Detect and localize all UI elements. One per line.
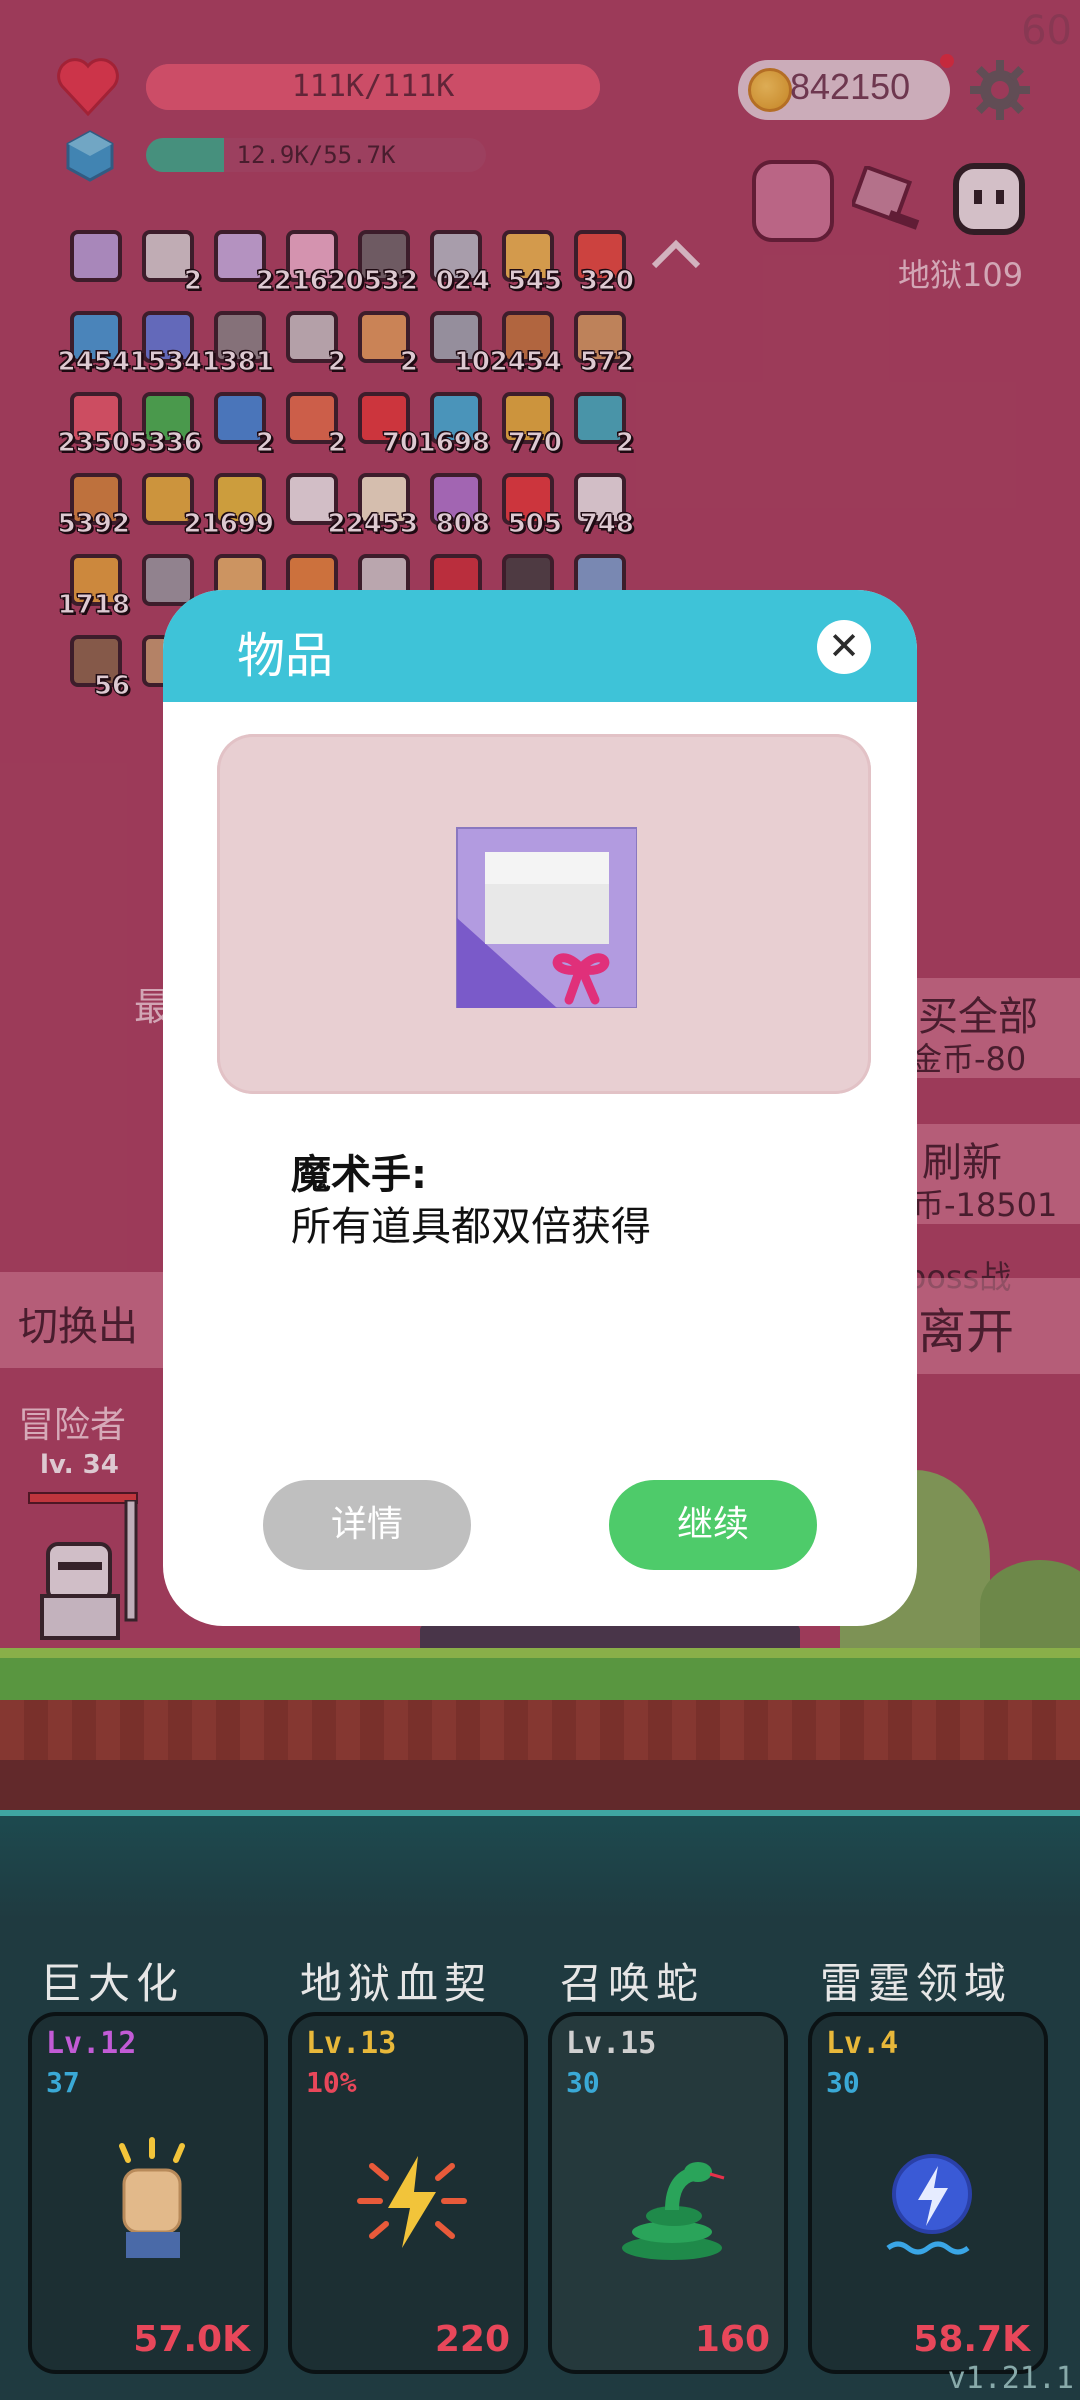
snake-icon bbox=[612, 2136, 732, 2266]
item-preview bbox=[217, 734, 871, 1094]
skill-level: Lv.4 bbox=[826, 2026, 899, 2061]
skill-cost: 57.0K bbox=[133, 2319, 250, 2360]
skill-cost: 220 bbox=[434, 2319, 510, 2360]
skill-value: 37 bbox=[46, 2066, 80, 2099]
thunder-domain-icon bbox=[872, 2136, 992, 2266]
skill-name: 雷霆领域 bbox=[820, 1959, 1013, 2008]
fist-icon bbox=[92, 2136, 212, 2266]
skill-card[interactable]: Lv.13 10% 220 bbox=[288, 2012, 528, 2374]
skill-card[interactable]: Lv.15 30 160 bbox=[548, 2012, 788, 2374]
item-dialog: 物品 ✕ 魔术手: 所有道具都双倍获得 详情 继续 bbox=[163, 590, 917, 1626]
lightning-burst-icon bbox=[352, 2136, 472, 2266]
version-label: v1.21.1 bbox=[947, 2361, 1074, 2396]
details-button[interactable]: 详情 bbox=[263, 1480, 471, 1570]
skill-card[interactable]: Lv.4 30 58.7K bbox=[808, 2012, 1048, 2374]
skill-value: 10% bbox=[306, 2066, 357, 2099]
item-description: 所有道具都双倍获得 bbox=[291, 1204, 651, 1250]
skill-level: Lv.15 bbox=[566, 2026, 657, 2061]
skill-name: 召唤蛇 bbox=[560, 1959, 705, 2008]
skill-level: Lv.13 bbox=[306, 2026, 397, 2061]
item-name: 魔术手: bbox=[291, 1152, 427, 1198]
skill-level: Lv.12 bbox=[46, 2026, 137, 2061]
continue-button[interactable]: 继续 bbox=[609, 1480, 817, 1570]
skill-value: 30 bbox=[826, 2066, 860, 2099]
skill-name: 地狱血契 bbox=[300, 1959, 493, 2008]
skill-cost: 58.7K bbox=[913, 2319, 1030, 2360]
skill-cost: 160 bbox=[694, 2319, 770, 2360]
skill-value: 30 bbox=[566, 2066, 600, 2099]
dialog-title: 物品 bbox=[237, 628, 334, 684]
skill-panel-top bbox=[0, 1810, 1080, 1920]
magic-gift-scroll-icon bbox=[447, 818, 638, 1009]
skill-name: 巨大化 bbox=[40, 1959, 185, 2008]
skill-card[interactable]: Lv.12 37 57.0K bbox=[28, 2012, 268, 2374]
close-icon[interactable]: ✕ bbox=[817, 620, 871, 674]
